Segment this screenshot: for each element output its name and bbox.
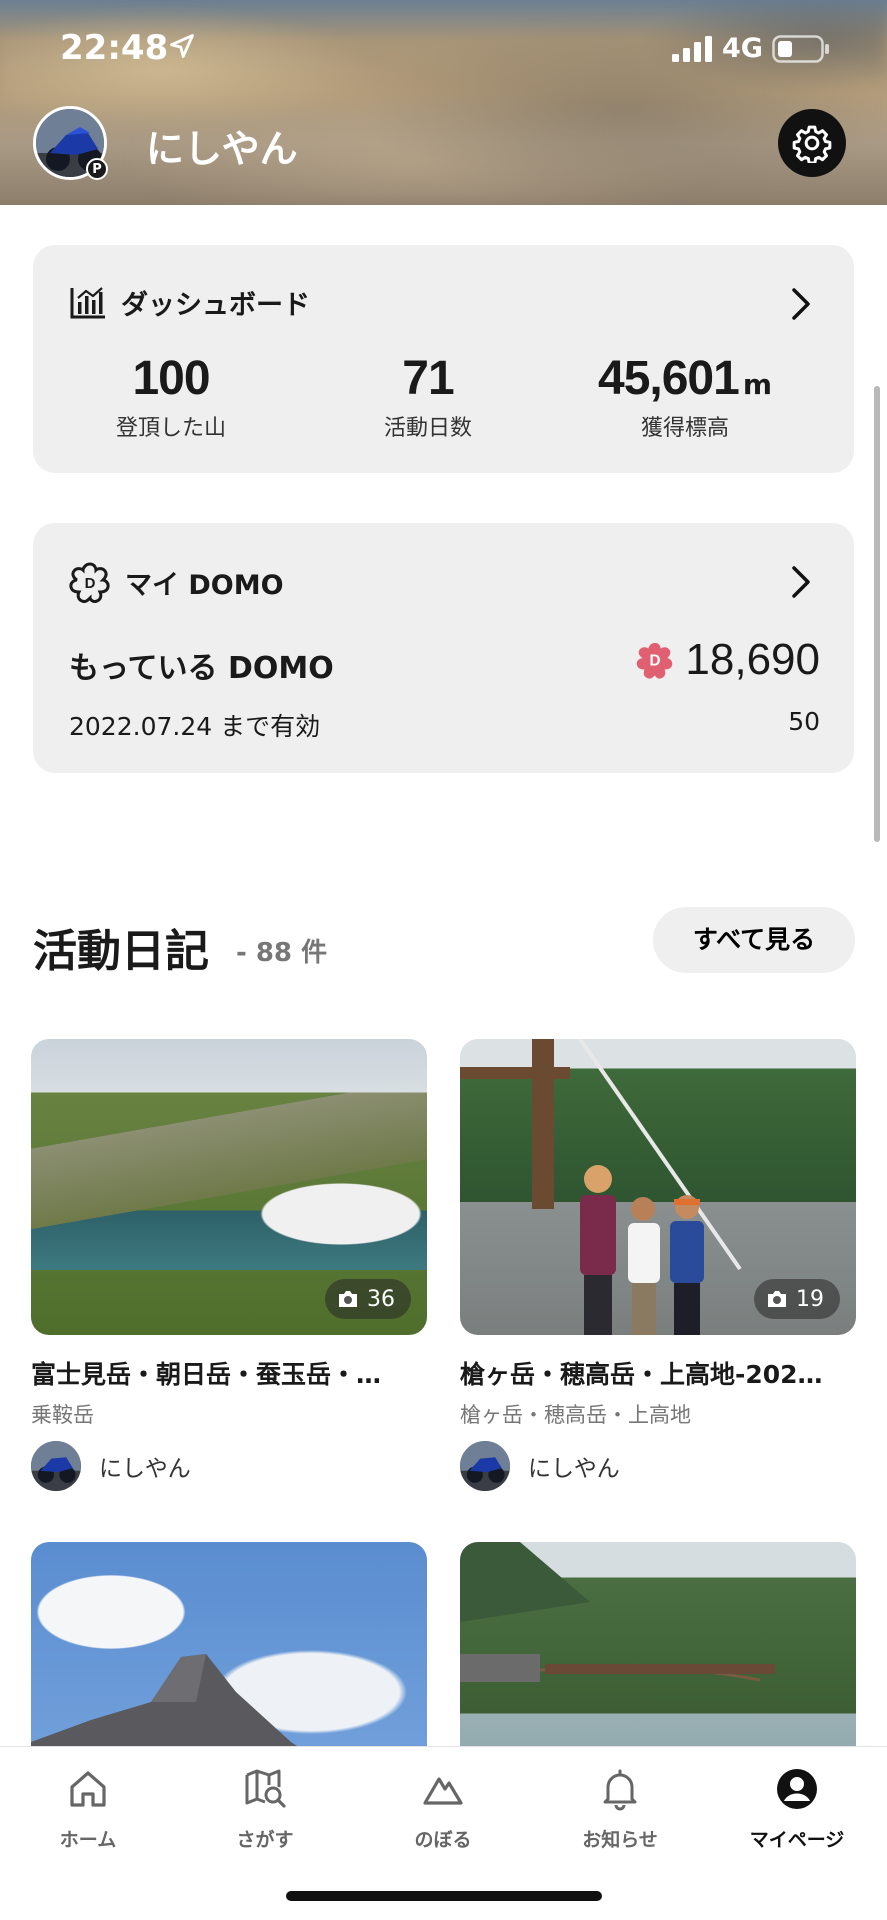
tab-notifications[interactable]: お知らせ [550,1767,690,1852]
dashboard-card[interactable]: ダッシュボード 100 登頂した山 71 活動日数 45,601 m 獲得標高 [33,245,854,473]
domo-expire-value: 50 [788,707,820,736]
author-avatar [31,1441,81,1491]
domo-coin-icon: D [637,642,673,679]
battery-icon [772,35,829,63]
author-avatar [460,1441,510,1491]
map-search-icon [245,1769,286,1808]
status-bar: 22:48 4G [0,0,887,100]
diary-card[interactable]: 36 富士見岳・朝日岳・蚕玉岳・… 乗鞍岳 にしやん [31,1039,427,1491]
location-arrow-icon [170,34,194,58]
see-all-button[interactable]: すべて見る [653,907,855,973]
my-domo-card[interactable]: D マイ DOMO もっている DOMO D 18,690 2022.07.24… [33,523,854,773]
domo-owned-label: もっている DOMO [69,651,334,686]
gear-icon [792,125,832,163]
diary-title: 富士見岳・朝日岳・蚕玉岳・… [31,1360,382,1389]
diary-mountain: 槍ヶ岳・穂高岳・上高地 [460,1403,691,1427]
author-name: にしやん [99,1456,191,1482]
diary-author[interactable]: にしやん [31,1441,427,1491]
signal-icon [672,36,712,62]
profile-icon [777,1769,817,1809]
stat-value: 100 [132,352,210,405]
settings-button[interactable] [778,109,846,177]
photo-count-badge: 19 [754,1279,840,1319]
home-indicator [286,1891,602,1901]
mountain-icon [423,1777,463,1805]
camera-icon [339,1291,357,1307]
stat-activity-days: 71 活動日数 [308,351,548,442]
diary-count: - 88 件 [236,938,328,968]
domo-flower-icon: D [69,562,110,603]
chevron-right-icon [792,288,810,320]
author-name: にしやん [528,1456,620,1482]
diary-title: 槍ヶ岳・穂高岳・上高地-202… [460,1360,823,1389]
diary-photo[interactable]: 36 [31,1039,427,1335]
tab-label: さがす [236,1829,294,1851]
tab-label: マイページ [749,1829,845,1851]
profile-name: にしやん [146,127,298,171]
dashboard-header: ダッシュボード [69,283,310,322]
status-time: 22:48 [60,28,169,68]
tab-search[interactable]: さがす [195,1767,335,1852]
domo-amount-value: 18,690 [685,635,820,684]
bell-icon [603,1769,637,1811]
tab-home[interactable]: ホーム [18,1767,158,1852]
stat-elevation-gain: 45,601 m 獲得標高 [565,351,805,442]
bar-chart-icon [70,286,105,318]
network-type: 4G [722,33,763,64]
home-icon [70,1771,106,1807]
premium-badge: P [86,158,108,180]
stat-label: 活動日数 [383,416,472,441]
chevron-right-icon [792,566,810,598]
domo-title: マイ DOMO [125,569,284,601]
dashboard-title: ダッシュボード [121,290,310,321]
diary-card[interactable]: 19 槍ヶ岳・穂高岳・上高地-202… 槍ヶ岳・穂高岳・上高地 にしやん [460,1039,856,1491]
profile-header: 22:48 4G P にしやん [0,0,887,205]
diary-author[interactable]: にしやん [460,1441,856,1491]
stat-summits: 100 登頂した山 [51,351,291,442]
photo-count-badge: 36 [325,1279,411,1319]
motorcycle-photo-icon [31,1441,81,1491]
photo-count: 19 [796,1286,824,1312]
diary-photo[interactable]: 19 [460,1039,856,1335]
tab-label: のぼる [414,1829,472,1851]
camera-icon [768,1291,786,1307]
photo-count: 36 [367,1286,395,1312]
svg-text:D: D [650,653,661,670]
scrollbar[interactable] [874,386,880,842]
stat-value: 71 [402,352,454,405]
diary-mountain: 乗鞍岳 [31,1403,94,1427]
stat-value: 45,601 [598,352,740,405]
domo-amount: D 18,690 [635,635,820,685]
tab-climb[interactable]: のぼる [373,1767,513,1852]
svg-text:D: D [85,575,96,592]
domo-expire-label: 2022.07.24 まで有効 [69,712,321,741]
diary-section-title: 活動日記 [33,926,209,977]
tab-label: ホーム [59,1829,117,1851]
tab-mypage[interactable]: マイページ [727,1767,867,1852]
stat-label: 獲得標高 [640,416,729,441]
stat-label: 登頂した山 [115,416,226,441]
domo-header: D マイ DOMO [69,561,284,603]
motorcycle-photo-icon [460,1441,510,1491]
stat-unit: m [742,368,772,401]
tab-label: お知らせ [582,1829,658,1851]
